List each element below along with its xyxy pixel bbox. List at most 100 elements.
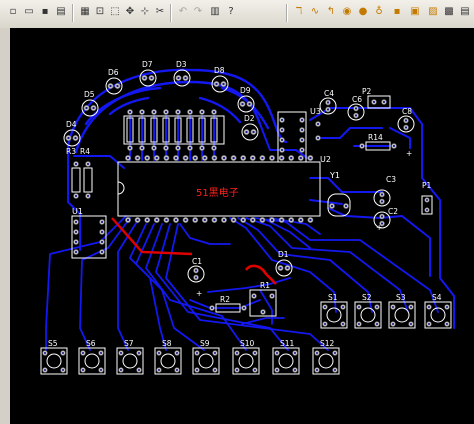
switch-pad: [60, 350, 66, 356]
label-c6: C6: [352, 95, 362, 104]
plus-sign: +: [406, 149, 412, 158]
undo-icon[interactable]: ↶: [176, 5, 190, 19]
string-icon[interactable]: ♁: [372, 5, 386, 19]
label-c4: C4: [324, 89, 334, 98]
array-pad: [127, 109, 133, 115]
switch-pad: [174, 367, 180, 373]
u2-pin: [230, 217, 237, 223]
u2-pin: [288, 155, 295, 161]
u2-pin: [163, 155, 170, 161]
label-s10: S10: [240, 339, 255, 348]
help-icon[interactable]: ?: [224, 5, 238, 19]
pot-pad: [269, 293, 275, 299]
polygon-icon[interactable]: ▣: [408, 5, 422, 19]
p1-pad: [424, 197, 430, 203]
label-d6: D6: [108, 68, 119, 77]
u1-pin: [99, 229, 105, 235]
array-pad: [151, 109, 157, 115]
u2-pin: [230, 155, 237, 161]
move-icon[interactable]: ✥: [123, 5, 137, 19]
led-pad: [239, 101, 246, 107]
u2-pin: [125, 217, 131, 223]
led-pad: [284, 265, 291, 271]
p2-pad: [371, 99, 377, 105]
print-preview-icon[interactable]: ▦: [78, 5, 92, 19]
label-c2: C2: [388, 207, 398, 216]
u2-pin: [153, 155, 160, 161]
switch-pad: [390, 304, 396, 310]
save-icon[interactable]: ▪: [38, 5, 52, 19]
u2-pin: [201, 155, 208, 161]
label-u3: U3: [310, 107, 321, 116]
u2-pin: [211, 155, 218, 161]
cap-pad: [379, 198, 385, 205]
r2-pad: [241, 305, 247, 311]
component-icon[interactable]: ●: [356, 5, 370, 19]
u2-pin: [125, 155, 131, 161]
layers-icon[interactable]: ▤: [458, 5, 472, 19]
cap-pad: [379, 213, 385, 220]
route-track-icon[interactable]: ℸ: [292, 5, 306, 19]
print-icon[interactable]: ▤: [54, 5, 68, 19]
switch-pad: [356, 321, 362, 327]
zoom-area-icon[interactable]: ⬚: [108, 5, 122, 19]
cap-pad: [403, 117, 409, 124]
u2-pin: [240, 217, 247, 223]
cap-pad: [379, 191, 385, 198]
y1-pad: [343, 203, 349, 209]
pad-icon[interactable]: ◉: [340, 5, 354, 19]
grid-icon[interactable]: ▩: [442, 5, 456, 19]
switch-pad: [390, 321, 396, 327]
led-pad: [114, 83, 121, 89]
u2-pin: [173, 155, 179, 161]
switch-pad: [252, 367, 258, 373]
misc-pad: [315, 135, 321, 141]
switch-pad: [292, 350, 298, 356]
label-r14: R14: [368, 133, 383, 142]
via-icon[interactable]: ↰: [324, 5, 338, 19]
array-pad: [199, 145, 205, 151]
switch-pad: [98, 350, 104, 356]
u2-pin: [288, 217, 295, 223]
misc-pad: [315, 121, 321, 127]
r14-pad: [359, 143, 365, 149]
switch-pad: [374, 321, 380, 327]
toolbar: ▫ ▭ ▪ ▤ ▦ ⊡ ⬚ ✥ ⊹ ✂ ↶ ↷ ▥ ? ℸ ∿ ↰ ◉ ● ♁ …: [0, 0, 474, 29]
cut-icon[interactable]: ✂: [153, 5, 167, 19]
r3-pad: [73, 161, 79, 167]
pcb-board[interactable]: D6D7 D3D8D5 D9D4D2D1 51黑电子 U2 U1 U3 Y1 R3 …: [10, 28, 474, 424]
redo-icon[interactable]: ↷: [191, 5, 205, 19]
switch-pad: [252, 350, 258, 356]
pot-pad: [251, 293, 257, 299]
select-box-icon[interactable]: ⊹: [138, 5, 152, 19]
label-s5: S5: [48, 339, 58, 348]
switch-pad: [340, 321, 346, 327]
new-file-icon[interactable]: ▫: [6, 5, 20, 19]
array-pad: [163, 145, 169, 151]
array-pad: [139, 145, 145, 151]
r4-pad: [85, 161, 91, 167]
pcb-canvas[interactable]: D6 D7 D3 D8 D5 D9 D4 D2 D1 51黑电子 U2 U1 U3 Y1 R3 …: [10, 28, 474, 424]
pot-pad: [260, 309, 266, 315]
fill-icon[interactable]: ▪: [390, 5, 404, 19]
switch-pad: [80, 350, 86, 356]
u1-pin: [99, 219, 105, 225]
led-pad: [141, 75, 148, 81]
array-pad: [175, 109, 181, 115]
switch-pad: [408, 321, 414, 327]
keepout-icon[interactable]: ▨: [426, 5, 440, 19]
label-p1: P1: [422, 181, 432, 190]
label-s4: S4: [432, 293, 442, 302]
label-p2: P2: [362, 87, 372, 96]
browse-icon[interactable]: ▥: [208, 5, 222, 19]
label-c1: C1: [192, 257, 202, 266]
u2-pin: [249, 155, 256, 161]
switch-pad: [322, 304, 328, 310]
arc-icon[interactable]: ∿: [308, 5, 322, 19]
u2-pin: [182, 155, 189, 161]
open-folder-icon[interactable]: ▭: [22, 5, 36, 19]
u1-pin: [73, 239, 79, 245]
zoom-fit-icon[interactable]: ⊡: [93, 5, 107, 19]
led-pad: [277, 265, 284, 271]
switch-pad: [118, 350, 124, 356]
